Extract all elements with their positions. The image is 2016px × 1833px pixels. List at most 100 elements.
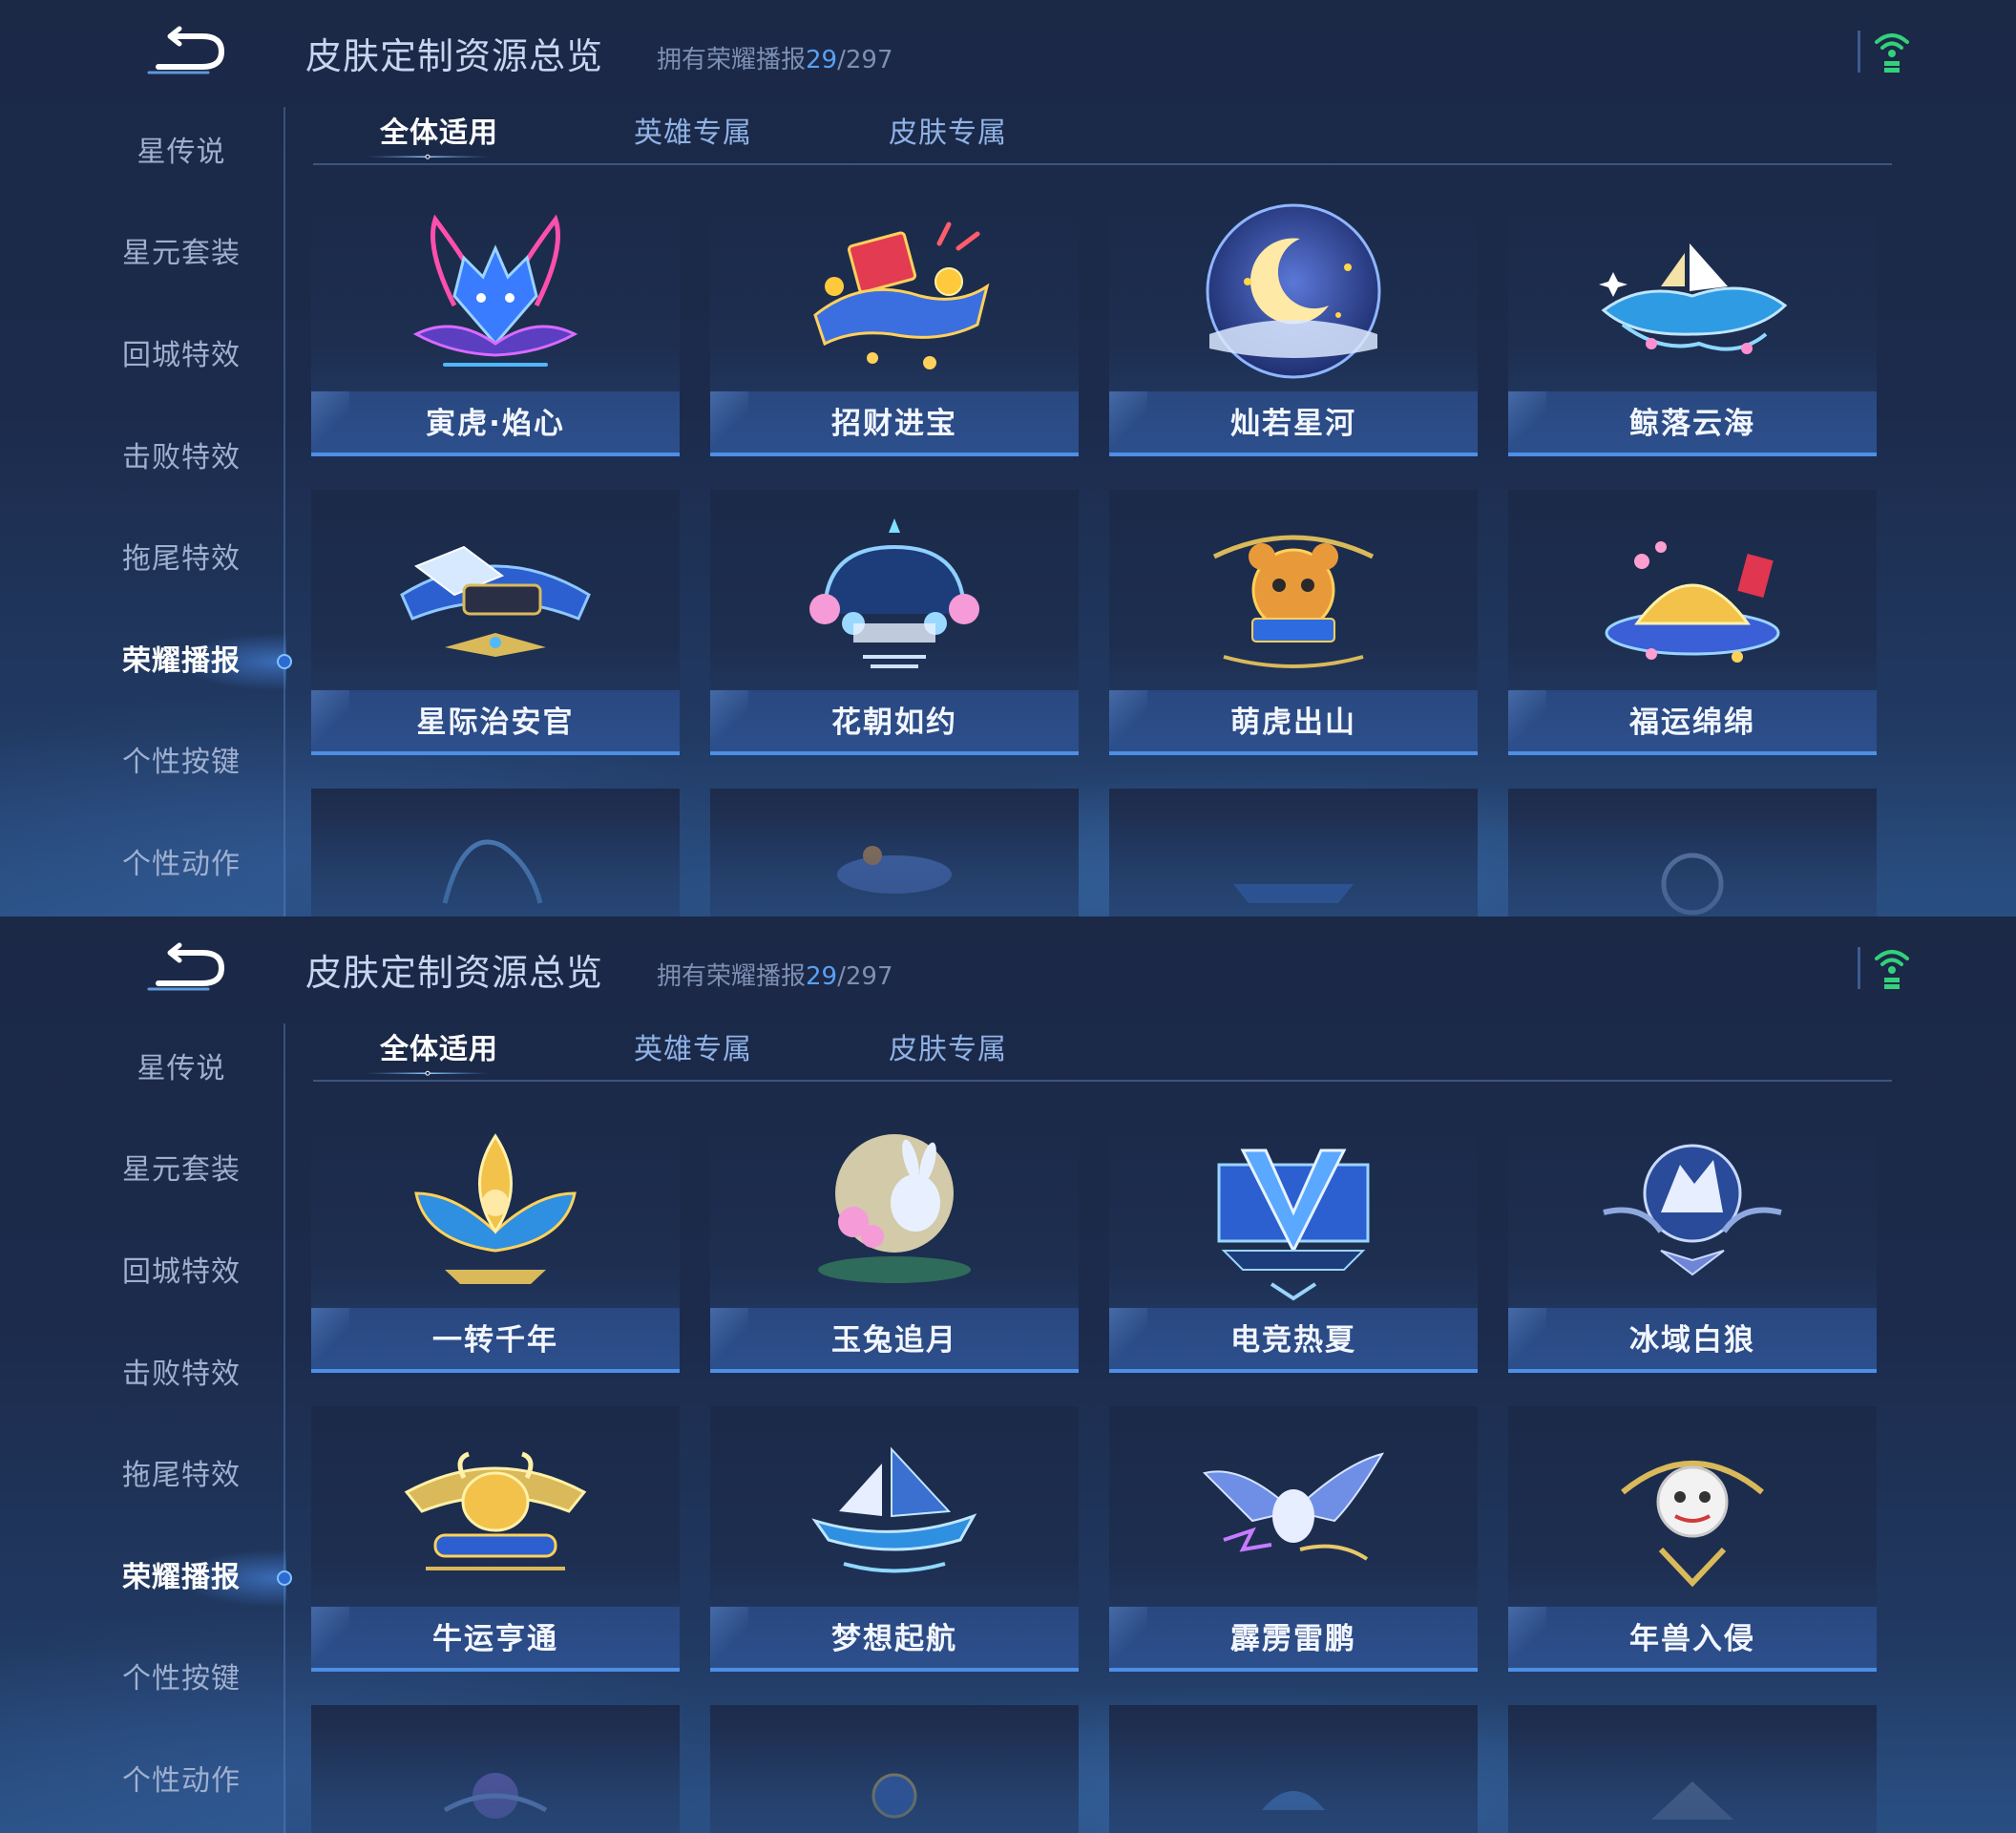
tab-active-indicator [366, 1070, 490, 1076]
card-label: 花朝如约 [831, 706, 957, 740]
broadcast-card[interactable]: 福运绵绵 [1508, 490, 1877, 755]
tab-label: 英雄专属 [634, 116, 752, 150]
sidebar-item-glory-broadcast[interactable]: 荣耀播报 [38, 623, 325, 700]
broadcast-card[interactable]: 电竞热夏 [1109, 1107, 1478, 1373]
card-label: 年兽入侵 [1629, 1622, 1755, 1656]
card-label-bar: 星际治安官 [311, 690, 680, 755]
sidebar-item-glory-broadcast[interactable]: 荣耀播报 [38, 1540, 325, 1616]
tiger-flame-icon [412, 214, 578, 367]
card-label: 福运绵绵 [1629, 706, 1755, 740]
card-label-bar: 霹雳雷鹏 [1109, 1607, 1478, 1672]
broadcast-card[interactable]: 花朝如约 [710, 490, 1079, 755]
broadcast-art-icon [1661, 853, 1724, 916]
broadcast-art-icon [443, 1773, 548, 1819]
sidebar-item-star-suit[interactable]: 星元套装 [38, 1132, 325, 1209]
broadcast-card[interactable]: 冰域白狼 [1508, 1107, 1877, 1373]
lucky-treasure-icon [1605, 541, 1780, 663]
broadcast-card[interactable]: 灿若星河 [1109, 191, 1478, 456]
sidebar-item-recall-effect[interactable]: 回城特效 [38, 1234, 325, 1311]
card-label-bar: 一转千年 [311, 1308, 680, 1373]
broadcast-card[interactable]: 招财进宝 [710, 191, 1079, 456]
broadcast-card[interactable]: 鲸落云海 [1508, 191, 1877, 456]
broadcast-card-partial[interactable] [311, 1705, 680, 1833]
card-label-bar: 萌虎出山 [1109, 690, 1478, 755]
tab-label: 全体适用 [380, 1033, 498, 1066]
card-label: 星际治安官 [416, 706, 575, 740]
owned-prefix: 拥有荣耀播报 [657, 46, 807, 74]
card-label: 电竞热夏 [1230, 1323, 1356, 1358]
owned-count-text: 拥有荣耀播报29/297 [657, 40, 893, 75]
broadcast-card[interactable]: 牛运亨通 [311, 1406, 680, 1672]
esports-v-icon [1217, 1148, 1370, 1301]
broadcast-card[interactable]: 一转千年 [311, 1107, 680, 1373]
wifi-signal-icon [1875, 33, 1909, 73]
status-divider [1858, 947, 1860, 989]
card-label-bar: 灿若星河 [1109, 391, 1478, 456]
tab-skin-exclusive[interactable]: 皮肤专属 [889, 105, 1007, 162]
owned-total: /297 [837, 962, 893, 991]
card-label: 鲸落云海 [1629, 407, 1755, 441]
sidebar-item-star-suit[interactable]: 星元套装 [38, 216, 325, 292]
sidebar-item-custom-emotes[interactable]: 个性动作 [38, 1743, 325, 1820]
page-title: 皮肤定制资源总览 [305, 35, 604, 77]
card-label: 牛运亨通 [432, 1622, 558, 1656]
broadcast-art-icon [1651, 1781, 1733, 1820]
broadcast-card[interactable]: 霹雳雷鹏 [1109, 1406, 1478, 1672]
owned-count-text: 拥有荣耀播报29/297 [657, 957, 893, 992]
fortune-treasure-icon [813, 221, 990, 369]
broadcast-card-partial[interactable] [311, 789, 680, 916]
sidebar-item-kill-effect[interactable]: 击败特效 [38, 420, 325, 496]
sidebar-item-custom-buttons[interactable]: 个性按键 [38, 1641, 325, 1717]
screen-2: 皮肤定制资源总览 拥有荣耀播报29/297 星传说 星元套装 回城特效 击败特效… [0, 916, 2016, 1833]
card-label-bar: 福运绵绵 [1508, 690, 1877, 755]
owned-count: 29 [806, 962, 838, 991]
tab-label: 皮肤专属 [889, 1033, 1007, 1066]
card-label: 招财进宝 [831, 407, 957, 441]
card-label-bar: 花朝如约 [710, 690, 1079, 755]
card-label: 灿若星河 [1230, 407, 1356, 441]
broadcast-card-partial[interactable] [710, 789, 1079, 916]
broadcast-card[interactable]: 寅虎·焰心 [311, 191, 680, 456]
tab-hero-exclusive[interactable]: 英雄专属 [634, 105, 752, 162]
tab-bar: 全体适用 英雄专属 皮肤专属 [313, 1022, 1892, 1083]
tab-label: 英雄专属 [634, 1033, 752, 1066]
sidebar-item-star-legend[interactable]: 星传说 [38, 115, 325, 191]
broadcast-card[interactable]: 年兽入侵 [1508, 1406, 1877, 1672]
crescent-moon-icon [1206, 203, 1381, 379]
broadcast-art-icon [1262, 1791, 1325, 1810]
card-label-bar: 鲸落云海 [1508, 391, 1877, 456]
tab-skin-exclusive[interactable]: 皮肤专属 [889, 1022, 1007, 1079]
golden-lotus-icon [414, 1133, 577, 1284]
tab-label: 皮肤专属 [889, 116, 1007, 150]
sidebar-item-recall-effect[interactable]: 回城特效 [38, 318, 325, 394]
broadcast-card[interactable]: 梦想起航 [710, 1406, 1079, 1672]
sailing-ship-icon [811, 1446, 977, 1573]
ice-wolf-icon [1603, 1144, 1782, 1276]
broadcast-card-partial[interactable] [1109, 1705, 1478, 1833]
card-label: 冰域白狼 [1629, 1323, 1755, 1358]
sidebar-item-trail-effect[interactable]: 拖尾特效 [38, 521, 325, 598]
broadcast-card-partial[interactable] [710, 1705, 1079, 1833]
broadcast-card-partial[interactable] [1508, 1705, 1877, 1833]
screen-1: 皮肤定制资源总览 拥有荣耀播报29/297 星传说 星元套装 回城特效 击败特效… [0, 0, 2016, 916]
sidebar-item-star-legend[interactable]: 星传说 [38, 1031, 325, 1107]
broadcast-card[interactable]: 萌虎出山 [1109, 490, 1478, 755]
back-arrow-icon[interactable] [141, 941, 227, 999]
space-sheriff-icon [400, 545, 591, 657]
broadcast-card-partial[interactable] [1508, 789, 1877, 916]
back-arrow-icon[interactable] [141, 25, 227, 82]
broadcast-card[interactable]: 星际治安官 [311, 490, 680, 755]
card-label-bar: 寅虎·焰心 [311, 391, 680, 456]
card-label-bar: 梦想起航 [710, 1607, 1079, 1672]
sidebar-item-custom-emotes[interactable]: 个性动作 [38, 827, 325, 903]
broadcast-art-icon [1233, 884, 1354, 903]
sidebar-item-kill-effect[interactable]: 击败特效 [38, 1337, 325, 1413]
broadcast-card[interactable]: 玉兔追月 [710, 1107, 1079, 1373]
tab-hero-exclusive[interactable]: 英雄专属 [634, 1022, 752, 1079]
card-label: 玉兔追月 [831, 1323, 957, 1358]
sidebar-item-custom-buttons[interactable]: 个性按键 [38, 725, 325, 801]
sidebar-item-trail-effect[interactable]: 拖尾特效 [38, 1438, 325, 1514]
broadcast-card-partial[interactable] [1109, 789, 1478, 916]
card-label-bar: 年兽入侵 [1508, 1607, 1877, 1672]
golden-ox-icon [404, 1451, 587, 1570]
